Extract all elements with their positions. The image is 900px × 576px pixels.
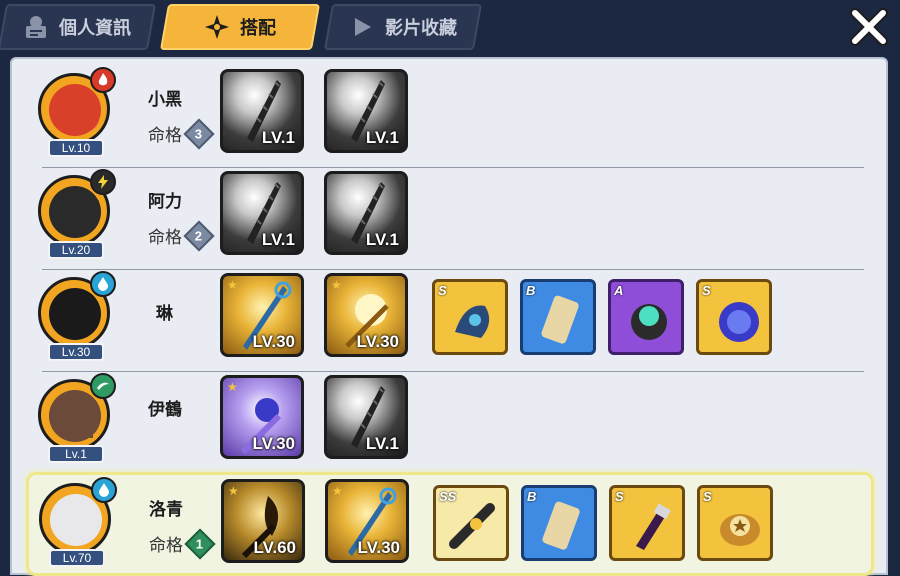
weapon-level: LV.30 xyxy=(252,332,295,351)
close-button[interactable] xyxy=(848,7,890,52)
weapon-slot[interactable]: LV.1 xyxy=(220,69,304,153)
weapon-slot[interactable]: ★ LV.30 xyxy=(220,375,304,459)
close-icon xyxy=(849,7,889,52)
fire-icon xyxy=(90,67,116,93)
character-name: 洛青 xyxy=(149,500,183,519)
tab-profile[interactable]: 個人資訊 xyxy=(0,4,157,50)
equipment-slot[interactable]: S xyxy=(609,485,685,561)
weapon-slot[interactable]: ★ LV.60 xyxy=(221,479,305,563)
weapon-slot[interactable]: LV.1 xyxy=(324,375,408,459)
tab-bar: 個人資訊 搭配 影片收藏 xyxy=(0,0,900,56)
level-badge: Lv.1 xyxy=(48,445,104,463)
weapon-level: LV.1 xyxy=(365,230,399,249)
level-badge: Lv.70 xyxy=(49,549,105,567)
weapon-level: LV.1 xyxy=(261,230,295,249)
destiny-level-badge: 2 xyxy=(183,219,215,252)
character-name: 阿力 xyxy=(148,192,182,211)
destiny: 命格 2 xyxy=(148,219,215,252)
weapon-slot[interactable]: ★ LV.30 xyxy=(325,479,409,563)
equipment-slot[interactable]: SS xyxy=(433,485,509,561)
equipment-grade: S xyxy=(615,489,624,504)
character-row[interactable]: Lv.1 伊鶴 ★ LV.30 LV.1 xyxy=(30,373,870,469)
weapon-level: LV.1 xyxy=(261,128,295,147)
character-name: 小黑 xyxy=(148,90,182,109)
equipment-grade: B xyxy=(527,489,537,504)
tab-loadout[interactable]: 搭配 xyxy=(159,4,321,50)
row-divider xyxy=(42,371,864,372)
character-row[interactable]: Lv.10 小黑 命格 3 LV.1 LV.1 xyxy=(30,67,870,163)
equipment-slot[interactable]: B xyxy=(521,485,597,561)
weapon-slot[interactable]: LV.1 xyxy=(324,171,408,255)
row-divider xyxy=(42,167,864,168)
level-badge: Lv.10 xyxy=(48,139,104,157)
tab-label: 影片收藏 xyxy=(385,18,457,38)
loadout-panel: Lv.10 小黑 命格 3 LV.1 LV.1 Lv.20 阿力 命格 2 LV… xyxy=(10,57,888,576)
equipment-slot[interactable]: A xyxy=(608,279,684,355)
weapon-level: LV.1 xyxy=(365,128,399,147)
weapon-level: LV.30 xyxy=(356,332,399,351)
profile-icon xyxy=(23,14,49,40)
character-row-selected[interactable]: Lv.70 洛青 命格 1 ★ LV.60 ★ LV.30 SS B S S xyxy=(26,472,874,576)
destiny-label: 命格 xyxy=(148,228,182,247)
weapon-slot[interactable]: ★ LV.30 xyxy=(220,273,304,357)
equipment-grade: B xyxy=(526,283,536,298)
tab-label: 搭配 xyxy=(240,18,276,38)
level-badge: Lv.30 xyxy=(48,343,104,361)
play-icon xyxy=(349,14,375,40)
tab-videos[interactable]: 影片收藏 xyxy=(323,4,483,50)
weapon-level: LV.30 xyxy=(252,434,295,453)
weapon-slot[interactable]: LV.1 xyxy=(324,69,408,153)
weapon-level: LV.30 xyxy=(357,538,400,557)
character-row[interactable]: Lv.20 阿力 命格 2 LV.1 LV.1 xyxy=(30,169,870,265)
destiny-level-badge: 3 xyxy=(183,117,215,150)
destiny-level-badge: 1 xyxy=(184,527,216,560)
weapon-slot[interactable]: LV.1 xyxy=(220,171,304,255)
thunder-icon xyxy=(90,169,116,195)
shuriken-icon xyxy=(204,14,230,40)
equipment-grade: S xyxy=(703,489,712,504)
row-divider xyxy=(42,269,864,270)
level-badge: Lv.20 xyxy=(48,241,104,259)
character-name: 琳 xyxy=(156,304,173,323)
destiny: 命格 3 xyxy=(148,117,215,150)
water-icon xyxy=(91,477,117,503)
water-icon xyxy=(90,271,116,297)
equipment-grade: S xyxy=(702,283,711,298)
equipment-slot[interactable]: S xyxy=(432,279,508,355)
equipment-grade: SS xyxy=(439,489,457,504)
equipment-grade: S xyxy=(438,283,447,298)
weapon-level: LV.1 xyxy=(365,434,399,453)
equipment-slot[interactable]: S xyxy=(697,485,773,561)
equipment-slot[interactable]: S xyxy=(696,279,772,355)
character-name: 伊鶴 xyxy=(148,400,182,419)
destiny-label: 命格 xyxy=(149,536,183,555)
wind-icon xyxy=(90,373,116,399)
weapon-slot[interactable]: ★ LV.30 xyxy=(324,273,408,357)
character-row[interactable]: Lv.30 琳 ★ LV.30 ★ LV.30 S B A S xyxy=(30,271,870,367)
equipment-slot[interactable]: B xyxy=(520,279,596,355)
tab-label: 個人資訊 xyxy=(59,18,131,38)
equipment-grade: A xyxy=(614,283,624,298)
weapon-level: LV.60 xyxy=(253,538,296,557)
destiny-label: 命格 xyxy=(148,126,182,145)
destiny: 命格 1 xyxy=(149,527,216,560)
